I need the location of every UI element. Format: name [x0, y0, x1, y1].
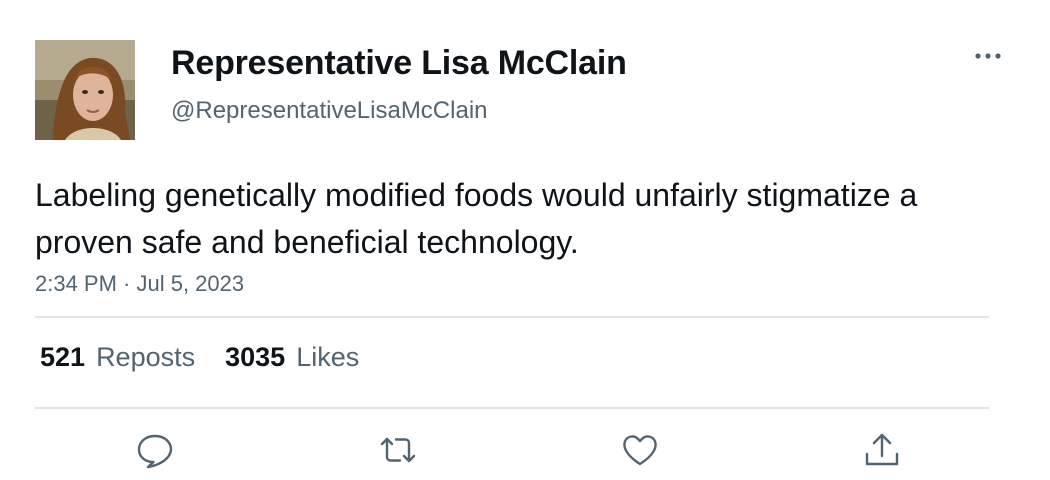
profile-photo — [35, 40, 135, 140]
engagement-stats: 521 Reposts 3035 Likes — [40, 342, 359, 373]
more-dots-icon — [975, 53, 1001, 59]
reposts-stat[interactable]: 521 Reposts — [40, 342, 195, 373]
speech-bubble-icon — [137, 434, 173, 469]
repost-button[interactable] — [376, 428, 420, 472]
likes-label: Likes — [296, 342, 360, 372]
author-display-name[interactable]: Representative Lisa McClain — [171, 44, 627, 83]
divider — [35, 316, 989, 318]
like-button[interactable] — [618, 428, 662, 472]
share-upload-icon — [865, 433, 899, 466]
repost-arrows-icon — [380, 437, 416, 463]
divider — [35, 407, 989, 409]
heart-icon — [623, 435, 657, 466]
likes-count: 3035 — [225, 342, 286, 372]
reposts-count: 521 — [40, 342, 86, 372]
tweet-text: Labeling genetically modified foods woul… — [35, 177, 918, 260]
reply-button[interactable] — [133, 428, 177, 472]
reposts-label: Reposts — [96, 342, 196, 372]
author-handle[interactable]: @RepresentativeLisaMcClain — [171, 97, 488, 125]
more-options-button[interactable] — [968, 42, 1008, 70]
tweet-timestamp[interactable]: 2:34 PM · Jul 5, 2023 — [35, 271, 244, 297]
share-button[interactable] — [860, 428, 904, 472]
avatar[interactable] — [35, 40, 135, 140]
likes-stat[interactable]: 3035 Likes — [225, 342, 359, 373]
